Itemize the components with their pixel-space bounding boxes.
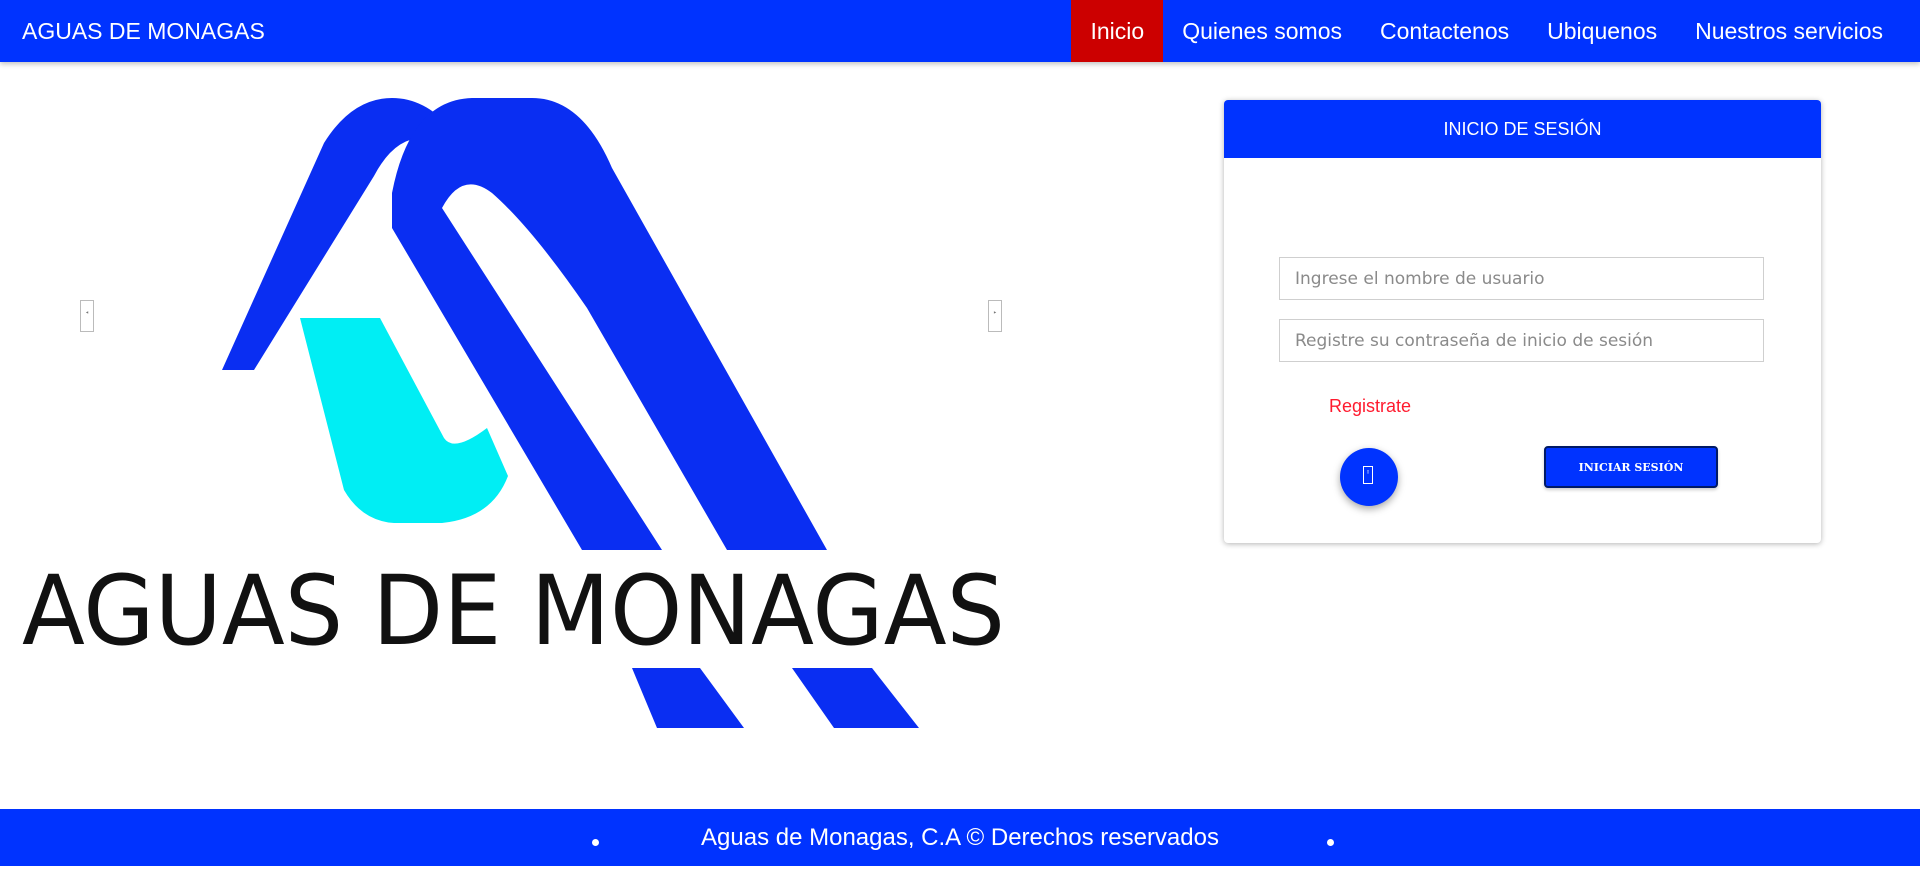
nav-link-ubiquenos[interactable]: Ubiquenos bbox=[1528, 0, 1676, 62]
username-input[interactable] bbox=[1279, 257, 1764, 300]
footer-bullet-left bbox=[592, 839, 599, 846]
login-button[interactable]: INICIAR SESIÓN bbox=[1544, 446, 1718, 488]
logo-bottom-stripe-left bbox=[632, 668, 744, 728]
aguas-de-monagas-logo: AGUAS DE MONAGAS bbox=[22, 98, 1005, 728]
nav-link-nuestros-servicios[interactable]: Nuestros servicios bbox=[1676, 0, 1902, 62]
nav-link-quienes-somos[interactable]: Quienes somos bbox=[1163, 0, 1361, 62]
password-input[interactable] bbox=[1279, 319, 1764, 362]
login-card-title: INICIO DE SESIÓN bbox=[1224, 100, 1821, 158]
chevron-left-icon: ◂ bbox=[85, 309, 89, 316]
user-fab-button[interactable]: ▯ bbox=[1340, 448, 1398, 506]
user-icon: ▯ bbox=[1363, 466, 1373, 484]
nav-link-inicio[interactable]: Inicio bbox=[1071, 0, 1164, 62]
login-card: INICIO DE SESIÓN Registrate ▯ INICIAR SE… bbox=[1224, 100, 1821, 543]
nav-item-quienes-somos: Quienes somos bbox=[1163, 0, 1361, 62]
nav-menu: Inicio Quienes somos Contactenos Ubiquen… bbox=[1071, 0, 1920, 62]
brand-link[interactable]: AGUAS DE MONAGAS bbox=[22, 0, 265, 62]
logo-text: AGUAS DE MONAGAS bbox=[22, 555, 1005, 667]
nav-item-nuestros-servicios: Nuestros servicios bbox=[1676, 0, 1902, 62]
logo-bottom-stripe-right bbox=[792, 668, 919, 728]
nav-item-ubiquenos: Ubiquenos bbox=[1528, 0, 1676, 62]
footer-bullet-right bbox=[1327, 839, 1334, 846]
chevron-right-icon: ▸ bbox=[993, 309, 997, 316]
top-navbar: AGUAS DE MONAGAS Inicio Quienes somos Co… bbox=[0, 0, 1920, 62]
nav-link-contactenos[interactable]: Contactenos bbox=[1361, 0, 1528, 62]
nav-item-inicio: Inicio bbox=[1071, 0, 1164, 62]
carousel-next-button[interactable]: ▸ bbox=[988, 300, 1002, 332]
logo-carousel: AGUAS DE MONAGAS bbox=[22, 98, 1007, 728]
footer: Aguas de Monagas, C.A © Derechos reserva… bbox=[0, 809, 1920, 866]
footer-copyright: Aguas de Monagas, C.A © Derechos reserva… bbox=[701, 824, 1219, 851]
carousel-prev-button[interactable]: ◂ bbox=[80, 300, 94, 332]
register-link[interactable]: Registrate bbox=[1329, 396, 1411, 417]
nav-item-contactenos: Contactenos bbox=[1361, 0, 1528, 62]
